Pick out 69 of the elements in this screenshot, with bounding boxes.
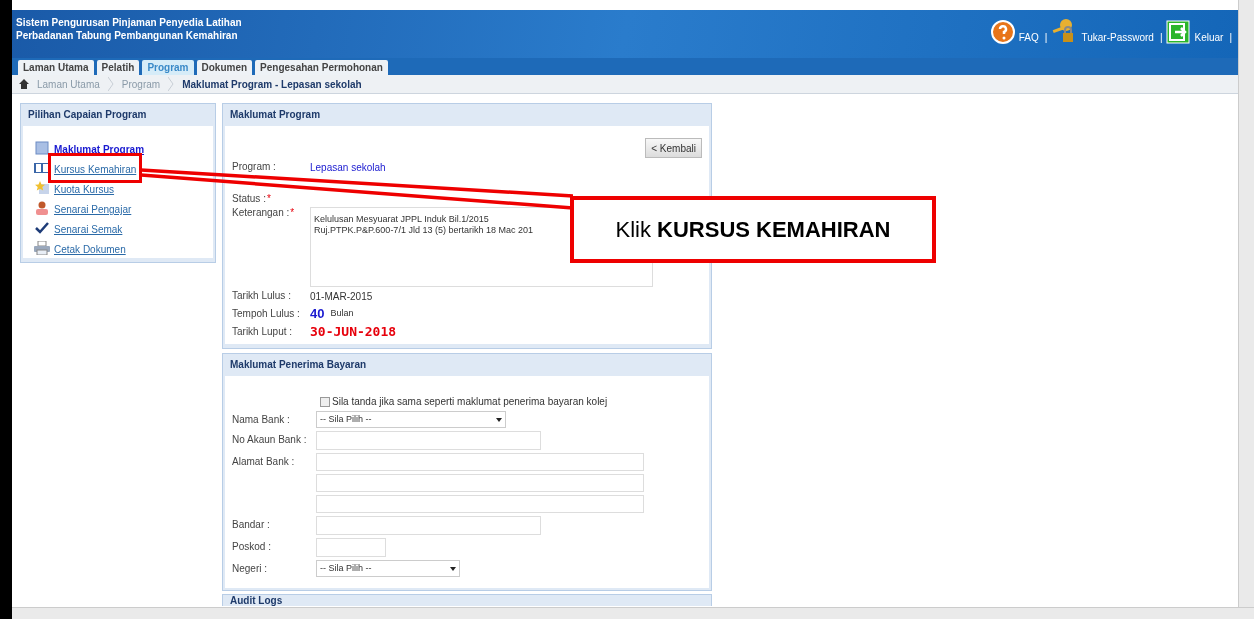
expiry-date: 30-JUN-2018 (310, 323, 397, 342)
header-link[interactable]: Tukar-Password (1081, 32, 1154, 44)
checkbox-label: Sila tanda jika sama seperti maklumat penerima bayaran kolej (332, 396, 608, 408)
input-field[interactable] (316, 474, 644, 492)
dropdown[interactable]: -- Sila Pilih -- (316, 411, 506, 428)
separator: | (1044, 32, 1048, 44)
field-label: Bandar : (232, 519, 270, 530)
field-label: Status : (232, 193, 266, 205)
check-icon (35, 222, 49, 234)
field-label: Tarikh Luput : (232, 326, 293, 338)
header-link[interactable]: Keluar (1194, 32, 1224, 44)
description-line: Ruj.PTPK.P&P.600-7/1 Jld 13 (5) bertarikh 18 Mac 201 (314, 225, 533, 236)
horizontal-scrollbar[interactable] (12, 607, 1254, 619)
field-label: Program : (232, 161, 276, 173)
star-icon (34, 181, 50, 195)
nav-tab[interactable]: Laman Utama (18, 60, 94, 75)
duration-unit: Bulan (330, 307, 354, 321)
page-icon (35, 141, 49, 155)
help-icon[interactable] (990, 20, 1015, 44)
field-label: Nama Bank : (232, 414, 290, 425)
required-mark: * (290, 207, 295, 219)
required-mark: * (266, 193, 271, 205)
field-label: Alamat Bank : (232, 456, 295, 467)
field-label: No Akaun Bank : (232, 434, 307, 445)
printer-icon (34, 241, 50, 255)
book-icon (34, 162, 50, 174)
sidebar-link[interactable]: Senarai Semak (54, 224, 123, 235)
input-field[interactable] (316, 431, 541, 450)
header-link[interactable]: FAQ (1018, 32, 1039, 44)
panel-title: Audit Logs (230, 595, 284, 606)
sidebar-link[interactable]: Kuota Kursus (54, 184, 115, 195)
back-button[interactable]: < Kembali (645, 138, 702, 158)
sidebar-link[interactable]: Maklumat Program (54, 144, 145, 155)
sidebar-link[interactable]: Senarai Pengajar (54, 204, 132, 215)
person-icon (35, 201, 49, 215)
nav-tab[interactable]: Dokumen (196, 60, 253, 75)
vertical-scrollbar[interactable] (1238, 0, 1254, 607)
dropdown[interactable]: -- Sila Pilih -- (316, 560, 460, 577)
system-title: Sistem Pengurusan Pinjaman Penyedia Latihan (16, 16, 242, 29)
field-label: Poskod : (232, 541, 271, 552)
input-field[interactable] (316, 516, 541, 535)
program-value: Lepasan sekolah (310, 160, 386, 175)
input-field[interactable] (316, 538, 386, 557)
field-label: Tempoh Lulus : (232, 308, 300, 320)
nav-tab[interactable]: Pengesahan Permohonan (255, 60, 388, 75)
approval-date: 01-MAR-2015 (310, 289, 373, 304)
field-label: Tarikh Lulus : (232, 290, 291, 302)
panel-title: Maklumat Penerima Bayaran (229, 358, 368, 372)
home-icon (19, 79, 29, 89)
dropdown-arrow-icon (450, 566, 456, 571)
input-field[interactable] (316, 495, 644, 513)
field-label: Negeri : (232, 563, 267, 574)
sidebar-link[interactable]: Cetak Dokumen (54, 244, 126, 255)
exit-icon[interactable] (1166, 20, 1191, 44)
page-title: Maklumat Program - Lepasan sekolah (182, 77, 362, 92)
duration-value: 40 (310, 305, 325, 324)
separator: | (1159, 32, 1163, 44)
panel-title: Maklumat Program (229, 108, 322, 122)
dropdown-arrow-icon (496, 417, 502, 422)
nav-tab[interactable]: Program (142, 60, 194, 75)
system-title: Perbadanan Tabung Pembangunan Kemahiran (16, 29, 239, 42)
panel-title: Pilihan Capaian Program (27, 108, 148, 122)
separator: | (1229, 32, 1232, 44)
nav-tab[interactable]: Pelatih (96, 60, 140, 75)
sidebar-link[interactable]: Kursus Kemahiran (54, 164, 137, 175)
description-line: Kelulusan Mesyuarat JPPL Induk Bil.1/2015 (314, 214, 489, 225)
field-label: Keterangan : (232, 207, 290, 219)
checkbox[interactable] (320, 397, 330, 407)
input-field[interactable] (316, 453, 644, 471)
